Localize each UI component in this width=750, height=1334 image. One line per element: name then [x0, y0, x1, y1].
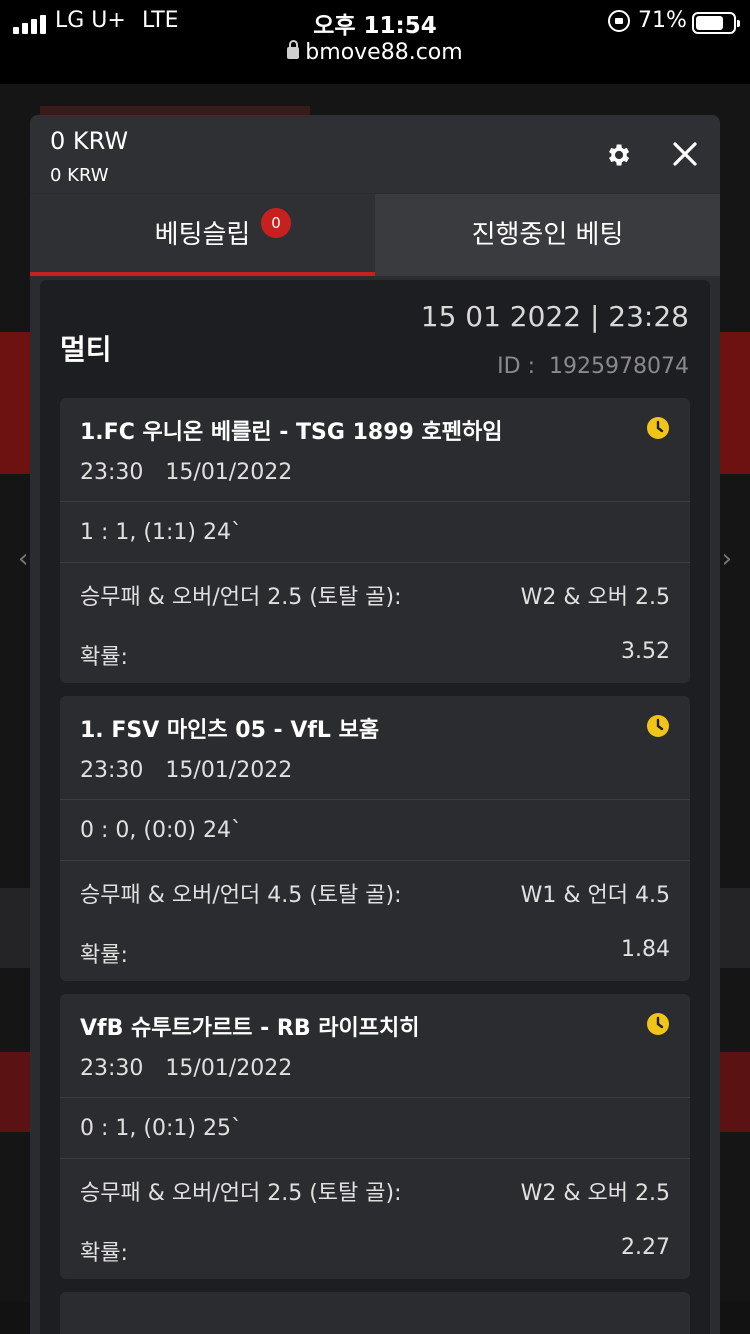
tab-label: 베팅슬립 — [154, 220, 251, 250]
bet-type: 멀티 — [60, 333, 112, 366]
chevron-left-icon: ‹ — [18, 544, 29, 574]
match-time: 23:30 15/01/2022 — [80, 460, 292, 485]
odds-label: 확률: — [80, 1241, 128, 1266]
match-date: 15/01/2022 — [165, 758, 293, 783]
bet-selection: 1. FSV 마인츠 05 - VfL 보훔 23:30 15/01/2022 0… — [60, 696, 690, 981]
match-time-value: 23:30 — [80, 758, 144, 783]
match-time-value: 23:30 — [80, 1056, 144, 1081]
bet-slip-card: 멀티 15 01 2022 | 23:28 ID : 1925978074 1.F… — [40, 280, 710, 1334]
status-bar: LG U+ LTE 오후 11:54 71% bmove88.com — [0, 0, 750, 84]
tab-active-bets[interactable]: 진행중인 베팅 1 — [375, 194, 720, 276]
chevron-right-icon: › — [721, 544, 732, 574]
lock-icon — [287, 40, 300, 59]
match-time-value: 23:30 — [80, 460, 144, 485]
live-score: 1 : 1, (1:1) 24` — [80, 520, 242, 545]
pick: W2 & 오버 2.5 — [520, 585, 670, 610]
odds-value: 2.27 — [621, 1235, 670, 1260]
match-name: 1. FSV 마인츠 05 - VfL 보훔 — [80, 718, 380, 743]
match-date: 15/01/2022 — [165, 460, 293, 485]
odds-value: 1.84 — [621, 937, 670, 962]
bet-id-label: ID : — [497, 354, 536, 379]
market-name: 승무패 & 오버/언더 2.5 (토탈 골): — [80, 585, 402, 610]
market-name: 승무패 & 오버/언더 4.5 (토탈 골): — [80, 883, 402, 908]
balance-sub: 0 KRW — [50, 165, 109, 186]
url-text: bmove88.com — [305, 40, 463, 65]
url-bar[interactable]: bmove88.com — [0, 40, 750, 65]
tab-label: 진행중인 베팅 — [471, 220, 624, 250]
odds-value: 3.52 — [621, 639, 670, 664]
pick: W2 & 오버 2.5 — [520, 1181, 670, 1206]
match-time: 23:30 15/01/2022 — [80, 1056, 292, 1081]
bet-id: ID : 1925978074 — [497, 354, 689, 379]
match-date: 15/01/2022 — [165, 1056, 293, 1081]
clock-icon — [647, 1013, 669, 1035]
bet-selection-partial — [60, 1292, 690, 1334]
match-time: 23:30 15/01/2022 — [80, 758, 292, 783]
match-name: VfB 슈투트가르트 - RB 라이프치히 — [80, 1016, 420, 1041]
clock-icon — [647, 715, 669, 737]
clock-icon — [647, 417, 669, 439]
tab-bet-slip[interactable]: 베팅슬립 0 — [30, 194, 375, 276]
bet-id-value: 1925978074 — [549, 354, 689, 379]
battery-icon — [692, 12, 740, 34]
live-score: 0 : 1, (0:1) 25` — [80, 1116, 242, 1141]
count-badge: 0 — [261, 208, 291, 238]
match-name: 1.FC 우니온 베를린 - TSG 1899 호펜하임 — [80, 420, 503, 445]
odds-label: 확률: — [80, 645, 128, 670]
pick: W1 & 언더 4.5 — [520, 883, 670, 908]
close-icon[interactable] — [670, 139, 700, 169]
battery-percent: 71% — [638, 8, 687, 33]
bet-selection: 1.FC 우니온 베를린 - TSG 1899 호펜하임 23:30 15/01/… — [60, 398, 690, 683]
odds-label: 확률: — [80, 943, 128, 968]
balance: 0 KRW — [50, 127, 129, 155]
bet-datetime: 15 01 2022 | 23:28 — [420, 300, 689, 333]
gear-icon[interactable] — [604, 141, 632, 169]
modal-header: 0 KRW 0 KRW — [30, 115, 720, 193]
bet-selection: VfB 슈투트가르트 - RB 라이프치히 23:30 15/01/2022 0 … — [60, 994, 690, 1279]
rotation-lock-icon — [608, 10, 630, 32]
live-score: 0 : 0, (0:0) 24` — [80, 818, 242, 843]
bet-slip-modal: 0 KRW 0 KRW 베팅슬립 0 진행중인 베팅 1 멀티 15 01 20… — [30, 115, 720, 1334]
tab-bar: 베팅슬립 0 진행중인 베팅 1 — [30, 194, 720, 276]
market-name: 승무패 & 오버/언더 2.5 (토탈 골): — [80, 1181, 402, 1206]
